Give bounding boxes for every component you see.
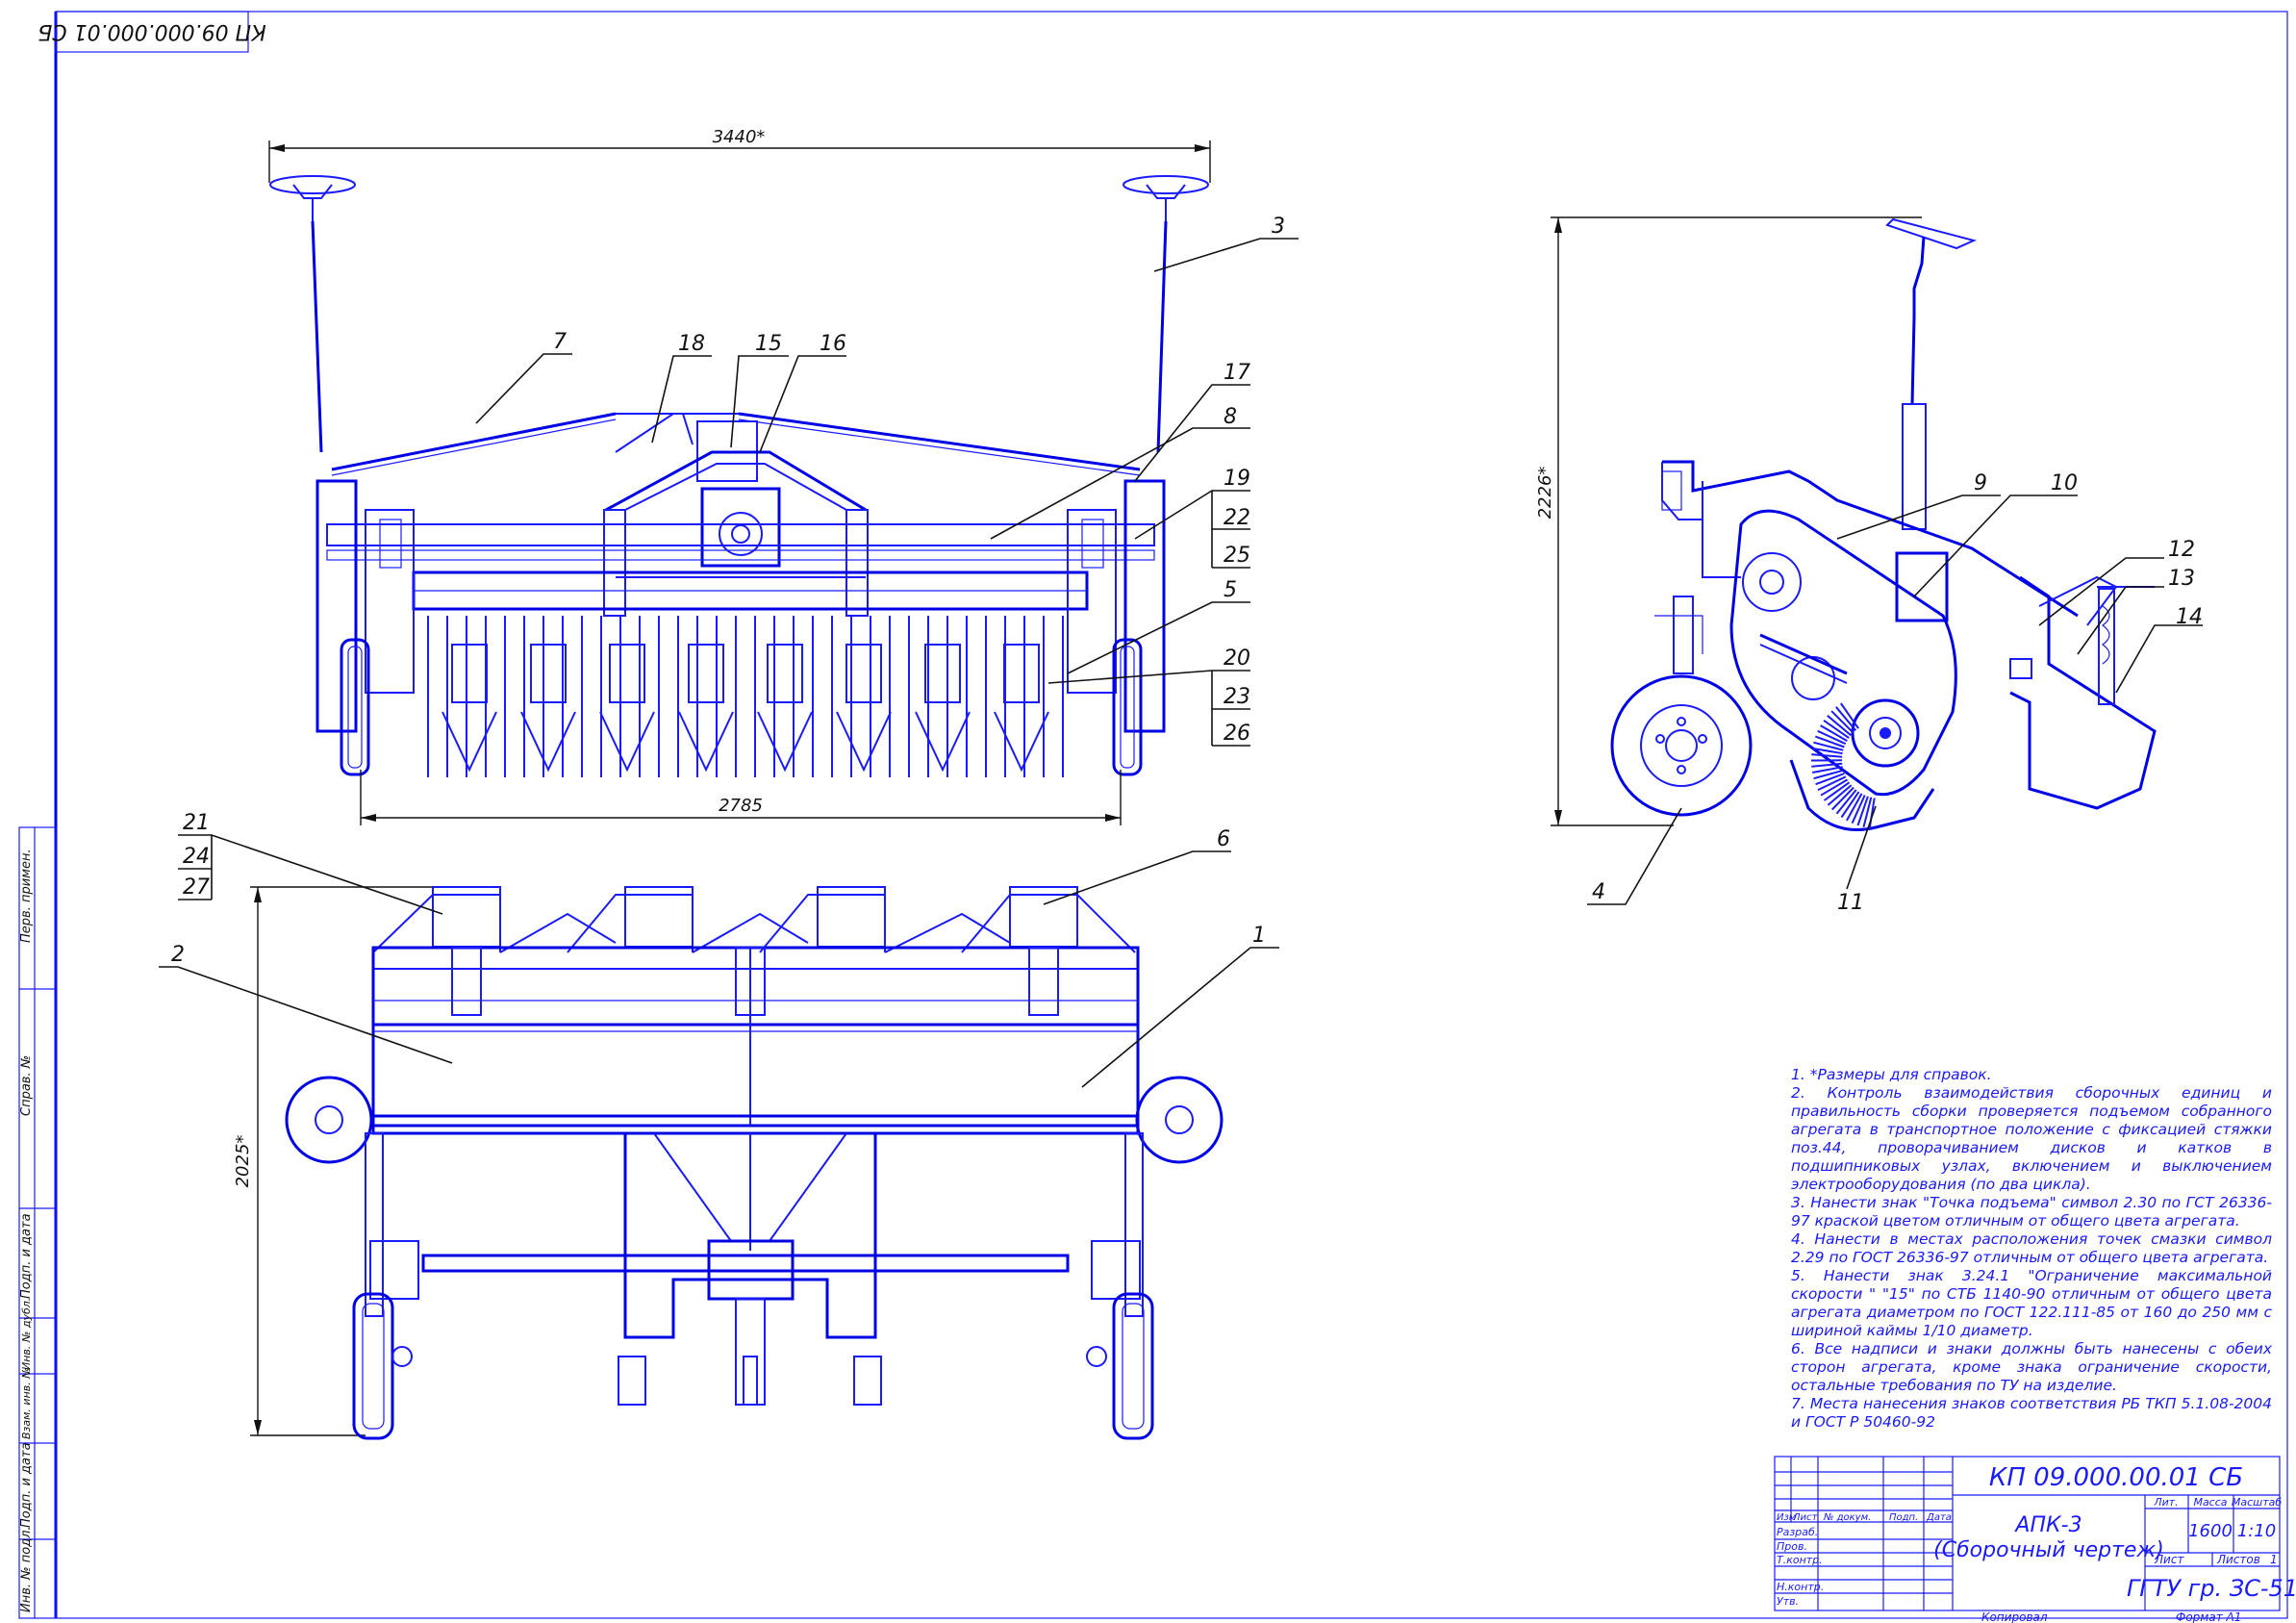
share-blade: [599, 711, 655, 773]
callout-20: 20: [1224, 647, 1250, 671]
tine-rows: [427, 616, 1064, 777]
disc-section: [767, 644, 803, 703]
share-blade: [836, 711, 892, 773]
col-scale: Масштаб: [2232, 1496, 2282, 1509]
hdr-date: Дата: [1926, 1512, 1952, 1523]
callout-12: 12: [2168, 538, 2195, 562]
disc-section: [1003, 644, 1040, 703]
callout-27: 27: [183, 875, 210, 900]
col-mass: Масса: [2193, 1496, 2227, 1509]
technical-notes: 1. *Размеры для справок. 2. Контроль вза…: [1791, 1066, 2272, 1432]
note-7: 7. Места нанесения знаков соответствия Р…: [1791, 1395, 2272, 1431]
dim-width-bottom: 2785: [719, 796, 763, 816]
row-prov: Пров.: [1777, 1540, 1807, 1553]
title-block: КП 09.000.00.01 СБ АПК-3 (Сборочный черт…: [1774, 1456, 2296, 1623]
note-1: 1. *Размеры для справок.: [1791, 1066, 1992, 1083]
dim-width-top: 3440*: [713, 127, 766, 147]
side-podp-data-2: Подп. и дата: [19, 1442, 34, 1528]
callout-1: 1: [1252, 924, 1266, 948]
callout-5: 5: [1224, 578, 1237, 602]
callout-8: 8: [1224, 405, 1237, 429]
col-lit: Лит.: [2153, 1496, 2178, 1509]
side-view: 2226*: [1535, 216, 2157, 831]
callout-25: 25: [1224, 544, 1250, 568]
callout-6: 6: [1217, 827, 1230, 851]
note-5: 5. Нанести знак 3.24.1 "Ограничение макс…: [1791, 1267, 2272, 1339]
callout-19: 19: [1224, 467, 1250, 491]
row-razrab: Разраб.: [1777, 1526, 1818, 1538]
callout-18: 18: [678, 332, 705, 356]
dim-height-side: 2226*: [1535, 467, 1555, 520]
hdr-sign: Подп.: [1889, 1512, 1918, 1523]
callout-4: 4: [1592, 880, 1605, 904]
copied-label: Копировал: [1981, 1610, 2048, 1623]
sheets-label: Листов: [2216, 1553, 2260, 1566]
note-2: 2. Контроль взаимодействия сборочных еди…: [1791, 1084, 2272, 1193]
side-inv-dubl: Инв. № дубл.: [20, 1298, 33, 1370]
scale-value: 1:10: [2237, 1521, 2276, 1541]
share-blade: [520, 711, 576, 773]
note-6: 6. Все надписи и знаки должны быть нанес…: [1791, 1340, 2272, 1394]
callout-13: 13: [2168, 567, 2195, 591]
callout-9: 9: [1974, 471, 1987, 495]
side-sprav: Справ. №: [19, 1055, 34, 1116]
side-inv-podl: Инв. № подл.: [19, 1526, 34, 1612]
top-code-text: КП 09.000.000.01 СБ: [38, 19, 266, 43]
top-code-box: КП 09.000.000.01 СБ: [38, 11, 266, 53]
title-name-1: АПК-3: [2013, 1513, 2082, 1537]
note-3: 3. Нанести знак "Точка подъема" символ 2…: [1791, 1194, 2272, 1230]
sheet-label: Лист: [2154, 1553, 2184, 1566]
front-view: 3440* 2785: [268, 127, 1211, 825]
mass-value: 1600: [2188, 1521, 2233, 1541]
disc-section: [451, 644, 488, 703]
brush-bristles: [1810, 702, 1876, 829]
callout-26: 26: [1224, 722, 1250, 746]
share-blade: [757, 711, 813, 773]
callout-23: 23: [1224, 685, 1250, 709]
hdr-list: Лист: [1792, 1512, 1819, 1523]
format-label: Формат А1: [2176, 1610, 2241, 1623]
bristle: [1811, 753, 1843, 758]
row-nkontr: Н.контр.: [1777, 1581, 1824, 1593]
callout-11: 11: [1837, 891, 1864, 915]
callout-21: 21: [183, 811, 210, 835]
disc-section: [530, 644, 567, 703]
row-tkontr: Т.контр.: [1777, 1554, 1823, 1566]
callout-3: 3: [1272, 215, 1285, 239]
callout-7: 7: [553, 330, 567, 354]
share-blade: [994, 711, 1049, 773]
disc-section: [924, 644, 961, 703]
callout-22: 22: [1224, 506, 1250, 530]
sheets-count: 1: [2270, 1553, 2278, 1566]
callout-16: 16: [820, 332, 846, 356]
callout-24: 24: [183, 845, 210, 869]
hdr-doc: № докум.: [1823, 1512, 1871, 1523]
disc-section: [688, 644, 724, 703]
plan-view: 2025*: [233, 886, 1224, 1440]
callout-15: 15: [755, 332, 782, 356]
callout-17: 17: [1224, 361, 1250, 385]
org-name: ГГТУ гр. ЗС-51: [2127, 1575, 2296, 1602]
share-blade: [442, 711, 497, 773]
callout-14: 14: [2176, 605, 2203, 629]
title-name-2: (Сборочный чертеж): [1933, 1538, 2164, 1562]
side-perv-primen: Перв. примен.: [19, 849, 34, 943]
row-utv: Утв.: [1777, 1595, 1799, 1608]
side-strip: Перв. примен. Справ. № Подп. и дата Инв.…: [18, 826, 57, 1619]
drawing-sheet: КП 09.000.000.01 СБ Перв. примен. Справ.…: [0, 0, 2296, 1623]
callout-2: 2: [171, 943, 185, 967]
leader-lines: [159, 238, 2203, 1088]
share-blade: [678, 711, 734, 773]
note-4: 4. Нанести в местах расположения точек с…: [1791, 1230, 2272, 1266]
side-podp-data-1: Подп. и дата: [19, 1213, 34, 1299]
share-blade: [915, 711, 971, 773]
side-vzam-inv: Взам. инв. №: [20, 1367, 33, 1439]
callout-10: 10: [2051, 471, 2078, 495]
dim-length-plan: 2025*: [233, 1135, 253, 1188]
title-code: КП 09.000.00.01 СБ: [1989, 1463, 2243, 1492]
